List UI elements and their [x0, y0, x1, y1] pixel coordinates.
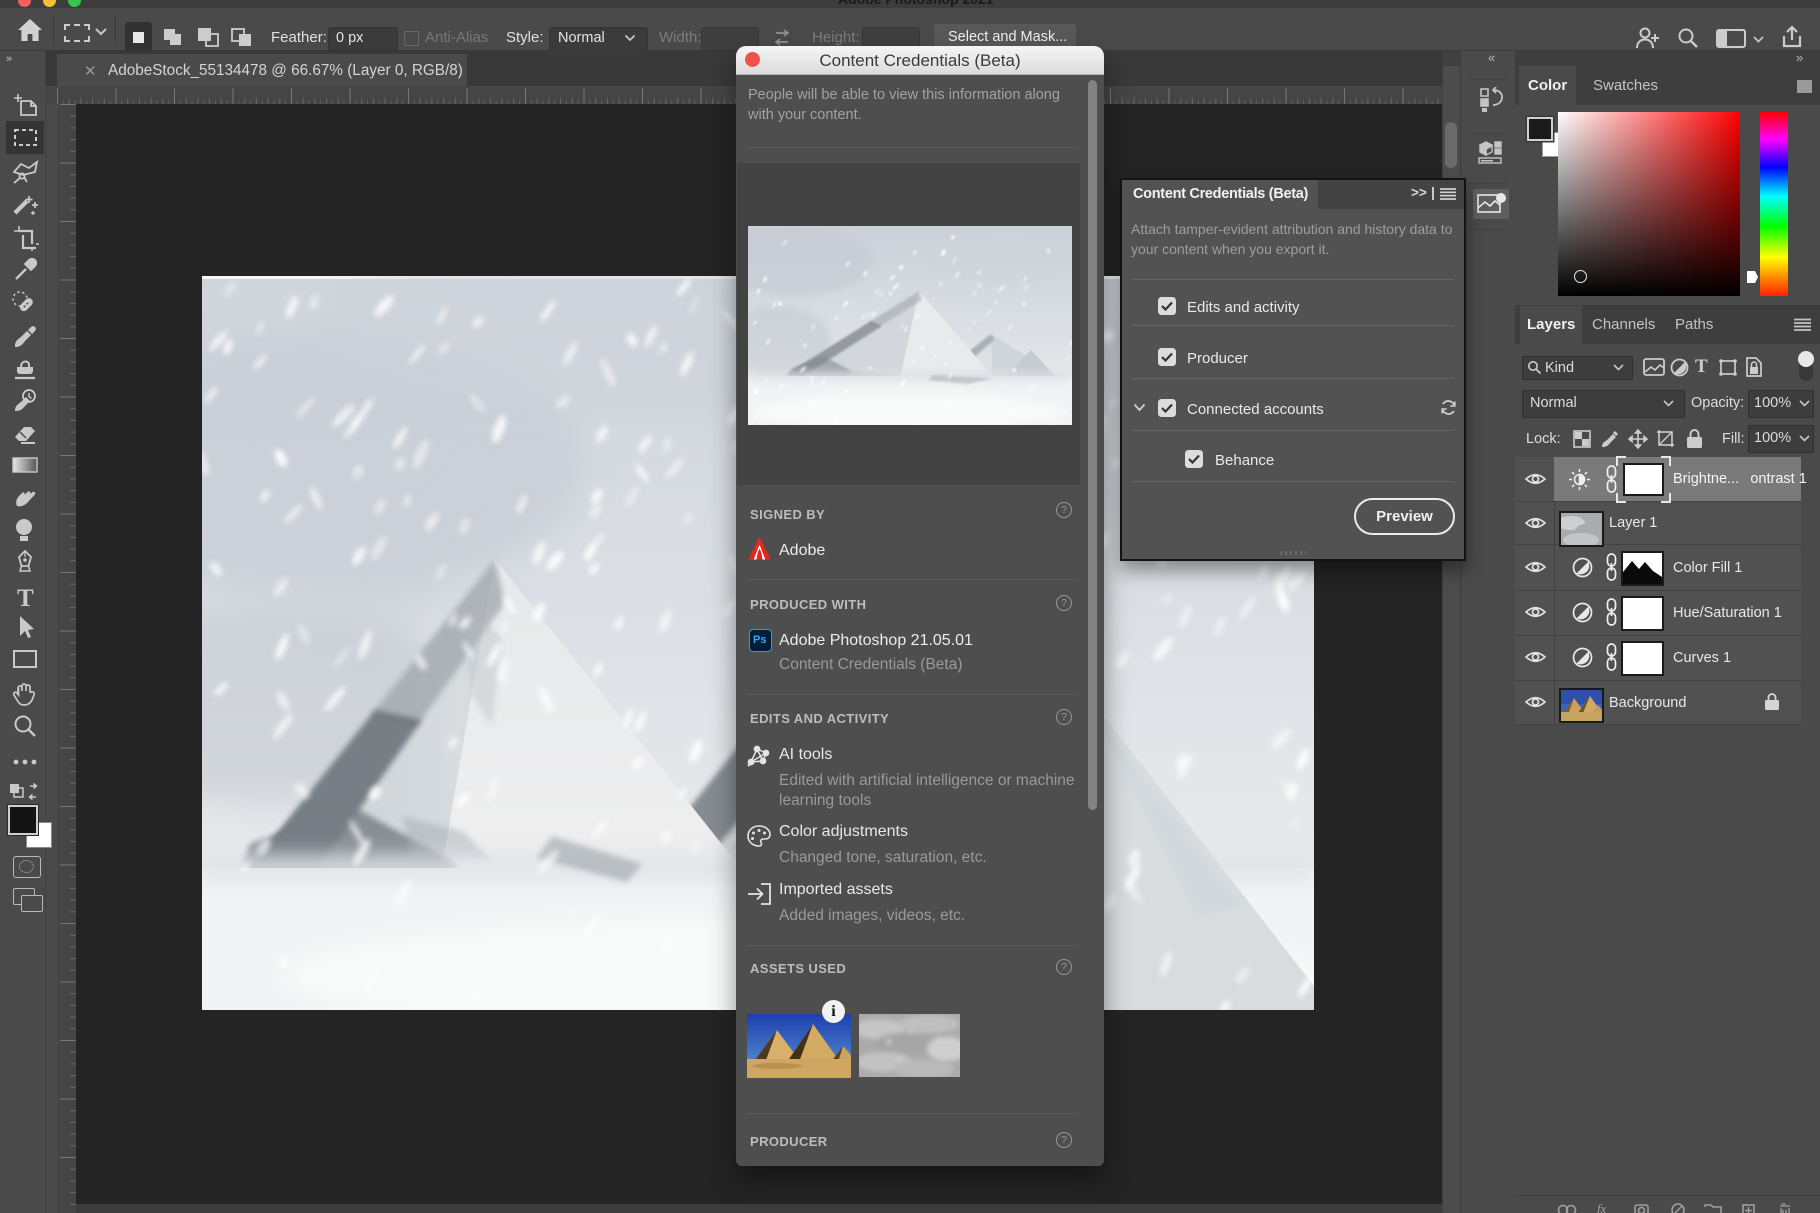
svg-text:T: T — [17, 585, 34, 612]
svg-text:fx: fx — [1597, 1201, 1607, 1213]
